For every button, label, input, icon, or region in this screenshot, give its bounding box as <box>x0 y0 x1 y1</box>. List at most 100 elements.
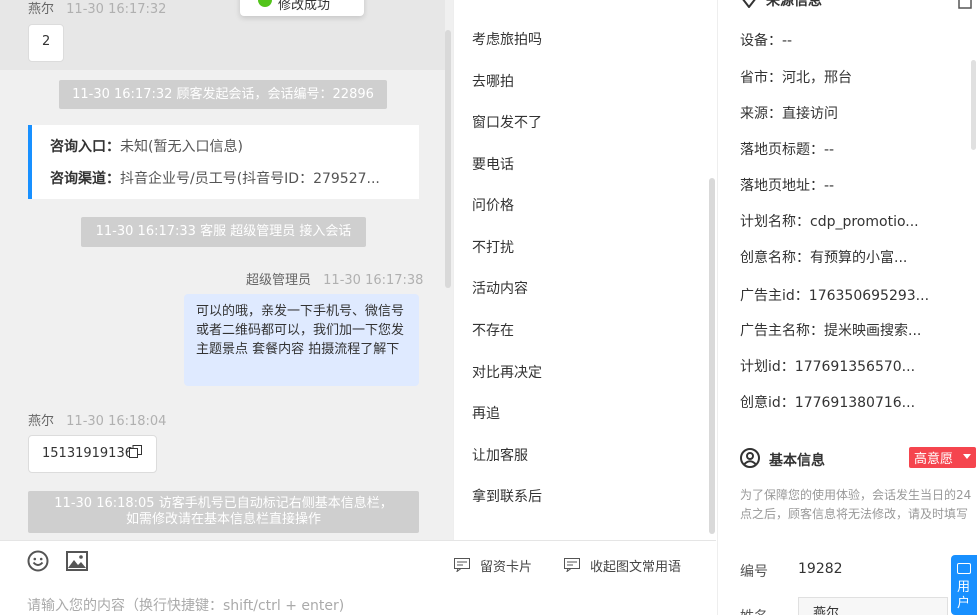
collapse-phrases-button[interactable]: 收起图文常用语 <box>564 556 681 575</box>
phrase-item[interactable]: 不存在 <box>472 320 514 340</box>
chat-icon <box>957 563 971 574</box>
source-label: 省市： <box>740 70 782 86</box>
source-value: -- <box>824 142 835 158</box>
source-label: 落地页标题： <box>740 142 824 158</box>
source-label: 设备： <box>740 33 782 49</box>
phrase-item[interactable]: 窗口发不了 <box>472 112 542 132</box>
source-value: -- <box>782 33 793 49</box>
name-label: 姓名 <box>740 606 768 615</box>
message-text: 15131919136 <box>42 446 133 461</box>
consult-entry-row: 咨询入口：未知(暂无入口信息) <box>50 135 419 167</box>
id-label: 编号 <box>740 564 768 580</box>
message-time: 11-30 16:18:04 <box>66 414 167 429</box>
phrase-item[interactable]: 问价格 <box>472 195 514 215</box>
agent-name: 超级管理员 <box>246 273 312 288</box>
consult-entry-label: 咨询入口： <box>50 139 120 155</box>
source-value: 有预算的小富... <box>810 250 908 266</box>
message-meta: 燕尔 11-30 16:17:32 <box>28 0 166 17</box>
chat-panel: 燕尔 11-30 16:17:32 2 11-30 16:17:32 顾客发起会… <box>0 0 453 615</box>
phrase-item[interactable]: 去哪拍 <box>472 71 514 91</box>
collapse-icon[interactable] <box>958 0 972 13</box>
message-icon <box>564 558 580 576</box>
success-toast: 修改成功 <box>240 0 364 16</box>
message-meta: 燕尔 11-30 16:18:04 <box>28 410 166 429</box>
intent-value: 高意愿 <box>914 452 954 467</box>
source-value: 提米映画搜索... <box>824 323 922 339</box>
source-row: 广告主名称：提米映画搜索... <box>740 320 921 340</box>
source-value: -- <box>824 178 835 194</box>
source-label: 计划名称： <box>740 214 810 230</box>
source-row: 创意id：177691380716... <box>740 392 915 412</box>
source-row: 落地页标题：-- <box>740 139 834 159</box>
agent-message-meta: 超级管理员 11-30 16:17:38 <box>246 269 423 288</box>
system-notice: 11-30 16:18:05 访客手机号已自动标记右侧基本信息栏， 如需修改请在… <box>28 491 419 533</box>
customer-info-panel: 来源信息 设备：-- 省市：河北，邢台 来源：直接访问 落地页标题：-- 落地页… <box>717 0 977 615</box>
chat-scrollbar[interactable] <box>445 30 451 288</box>
phrase-item[interactable]: 拿到联系后 <box>472 486 542 506</box>
source-row: 计划id：177691356570... <box>740 356 915 376</box>
message-input[interactable]: 请输入您的内容（换行快捷键：shift/ctrl + enter) <box>27 595 344 615</box>
source-value: 河北，邢台 <box>782 70 852 86</box>
sender-name: 燕尔 <box>28 2 55 17</box>
edit-hint: 为了保障您的使用体验，会话发生当日的24点之后，顾客信息将无法修改，请及时填写 <box>740 488 972 521</box>
user-side-tab[interactable]: 用户 <box>951 555 977 615</box>
toast-text: 修改成功 <box>278 0 331 13</box>
system-notice-line: 如需修改请在基本信息栏直接操作 <box>125 512 321 527</box>
emoji-icon[interactable] <box>27 550 49 576</box>
phrase-item[interactable]: 要电话 <box>472 154 514 174</box>
collapse-phrases-label: 收起图文常用语 <box>590 560 682 575</box>
user-icon <box>740 448 760 472</box>
basic-info-title: 基本信息 <box>769 453 825 469</box>
image-icon[interactable] <box>66 551 88 575</box>
message-composer: 留资卡片 收起图文常用语 请输入您的内容（换行快捷键：shift/ctrl + … <box>0 540 716 615</box>
source-label: 创意id： <box>740 395 795 411</box>
consult-channel-row: 咨询渠道：抖音企业号/员工号(抖音号ID：279527... <box>50 167 419 199</box>
agent-message-bubble: 可以的哦，亲发一下手机号、微信号或者二维码都可以，我们加一下您发主题景点 套餐内… <box>184 294 419 386</box>
consult-entry-value: 未知(暂无入口信息) <box>120 139 243 155</box>
customer-message-bubble: 15131919136 <box>28 435 157 473</box>
source-value: 177691356570... <box>794 359 916 375</box>
quick-phrase-list: 考虑旅拍吗 去哪拍 窗口发不了 要电话 问价格 不打扰 活动内容 不存在 对比再… <box>453 0 717 540</box>
location-icon <box>740 0 758 12</box>
phrase-item[interactable]: 对比再决定 <box>472 362 542 382</box>
consult-channel-label: 咨询渠道： <box>50 171 120 187</box>
consult-channel-value: 抖音企业号/员工号(抖音号ID：279527... <box>120 171 380 187</box>
source-label: 创意名称： <box>740 250 810 266</box>
source-label: 广告主名称： <box>740 323 824 339</box>
source-label: 落地页地址： <box>740 178 824 194</box>
message-time: 11-30 16:17:38 <box>323 273 424 288</box>
lead-card-button[interactable]: 留资卡片 <box>454 556 532 575</box>
source-row: 计划名称：cdp_promotio... <box>740 211 919 231</box>
id-value: 19282 <box>798 561 843 577</box>
customer-message-bubble: 2 <box>28 24 64 62</box>
app-root: 燕尔 11-30 16:17:32 2 11-30 16:17:32 顾客发起会… <box>0 0 977 615</box>
message-time: 11-30 16:17:32 <box>66 2 167 17</box>
phrase-item[interactable]: 让加客服 <box>472 445 528 465</box>
lead-card-label: 留资卡片 <box>480 560 533 575</box>
source-label: 广告主id： <box>740 288 809 304</box>
source-row: 省市：河北，邢台 <box>740 67 852 87</box>
side-tab-label: 用户 <box>957 580 971 611</box>
source-value: 177691380716... <box>794 395 916 411</box>
source-row: 落地页地址：-- <box>740 175 834 195</box>
info-scrollbar[interactable] <box>971 60 976 150</box>
caret-down-icon <box>963 454 971 459</box>
phrase-item[interactable]: 活动内容 <box>472 278 528 298</box>
sender-name: 燕尔 <box>28 414 55 429</box>
phrase-item[interactable]: 不打扰 <box>472 237 514 257</box>
phrase-item[interactable]: 考虑旅拍吗 <box>472 29 542 49</box>
phrase-scrollbar[interactable] <box>709 178 715 534</box>
consult-info-card: 咨询入口：未知(暂无入口信息) 咨询渠道：抖音企业号/员工号(抖音号ID：279… <box>28 125 419 199</box>
success-icon <box>258 0 272 7</box>
source-label: 计划id： <box>740 359 795 375</box>
system-notice: 11-30 16:17:32 顾客发起会话，会话编号：22896 <box>59 80 387 109</box>
name-field[interactable]: 燕尔 <box>798 597 948 615</box>
source-row: 设备：-- <box>740 30 792 50</box>
source-label: 来源： <box>740 106 782 122</box>
system-notice-line: 11-30 16:18:05 访客手机号已自动标记右侧基本信息栏， <box>54 496 393 511</box>
source-value: 176350695293... <box>808 288 930 304</box>
copy-icon[interactable] <box>129 445 142 458</box>
intent-select[interactable]: 高意愿 <box>909 447 976 468</box>
phrase-item[interactable]: 再追 <box>472 403 500 423</box>
source-value: cdp_promotio... <box>810 214 919 230</box>
